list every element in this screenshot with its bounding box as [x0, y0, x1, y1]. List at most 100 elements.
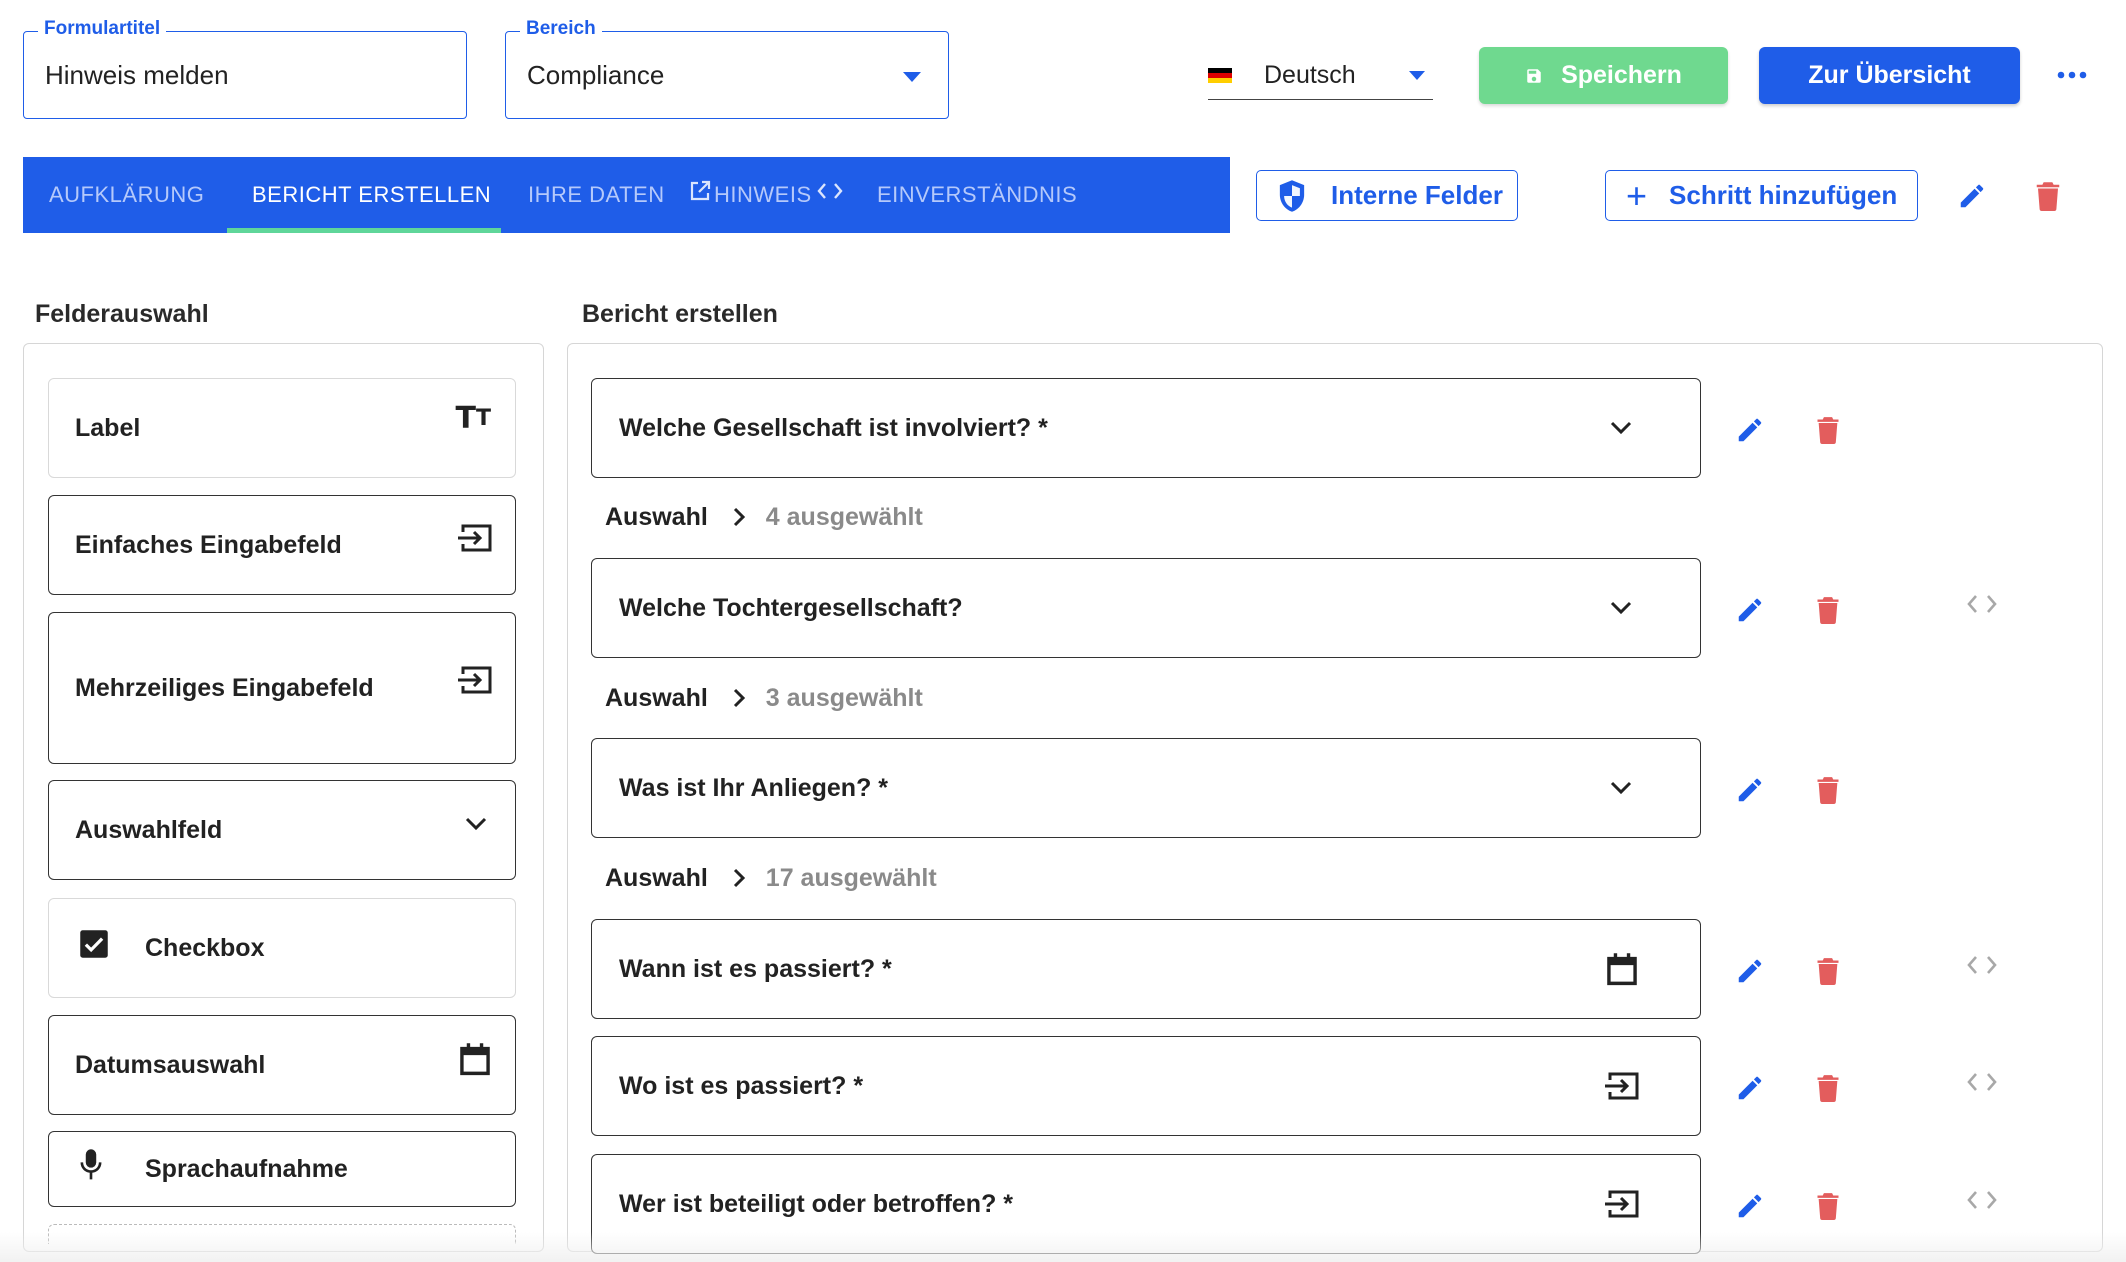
- add-step-button[interactable]: + Schritt hinzufügen: [1605, 170, 1918, 221]
- form-title-field[interactable]: Formulartitel Hinweis melden: [23, 18, 467, 119]
- question-field[interactable]: Welche Tochtergesellschaft?: [591, 558, 1701, 658]
- tab-label: EINVERSTÄNDNIS: [877, 182, 1078, 207]
- palette-item-voice-text: Sprachaufnahme: [145, 1154, 348, 1183]
- delete-field-trash-icon[interactable]: [1810, 1188, 1846, 1224]
- delete-field-trash-icon[interactable]: [1810, 592, 1846, 628]
- edit-field-pencil-icon[interactable]: [1732, 953, 1768, 989]
- edit-field-pencil-icon[interactable]: [1732, 772, 1768, 808]
- question-text: Wann ist es passiert? *: [619, 954, 892, 983]
- tab-hinweis[interactable]: HINWEIS: [688, 157, 844, 233]
- palette-item-input[interactable]: Einfaches Eingabefeld: [48, 495, 516, 595]
- delete-field-trash-icon[interactable]: [1810, 772, 1846, 808]
- tab-label: IHRE DATEN: [528, 182, 665, 207]
- question-text: Wo ist es passiert? *: [619, 1071, 864, 1100]
- microphone-icon: [79, 1148, 103, 1182]
- delete-field-trash-icon[interactable]: [1810, 1070, 1846, 1106]
- palette-item-label[interactable]: Label TT: [48, 378, 516, 478]
- delete-field-trash-icon[interactable]: [1810, 953, 1846, 989]
- palette-item-select-text: Auswahlfeld: [75, 815, 223, 844]
- chevron-down-icon: [1610, 739, 1632, 837]
- text-size-icon: TT: [455, 401, 491, 436]
- palette-item-multiline-text: Mehrzeiliges Eingabefeld: [75, 673, 374, 702]
- checkbox-checked-icon: [79, 929, 109, 959]
- report-title: Bericht erstellen: [582, 300, 778, 328]
- internal-fields-label: Interne Felder: [1331, 180, 1503, 210]
- language-label: Deutsch: [1264, 61, 1356, 89]
- question-text: Was ist Ihr Anliegen? *: [619, 773, 889, 802]
- selection-row[interactable]: Auswahl 17 ausgewählt: [605, 858, 937, 898]
- form-title-value: Hinweis melden: [45, 59, 229, 90]
- input-icon: [1604, 1037, 1640, 1135]
- selection-row[interactable]: Auswahl 4 ausgewählt: [605, 497, 923, 537]
- palette-item-input-text: Einfaches Eingabefeld: [75, 530, 342, 559]
- tab-ihre-daten[interactable]: IHRE DATEN: [528, 157, 665, 233]
- edit-step-pencil-icon[interactable]: [1954, 178, 1990, 214]
- selection-label: Auswahl: [605, 683, 708, 712]
- tab-einverstaendnis[interactable]: EINVERSTÄNDNIS: [877, 157, 1077, 233]
- code-icon[interactable]: [1962, 1182, 2002, 1218]
- tab-aufklaerung[interactable]: AUFKLÄRUNG: [49, 157, 204, 233]
- input-icon: [457, 665, 493, 695]
- bottom-fade: [0, 1232, 2126, 1262]
- palette-item-voice[interactable]: Sprachaufnahme: [48, 1131, 516, 1207]
- calendar-icon: [459, 1042, 491, 1076]
- palette-item-date[interactable]: Datumsauswahl: [48, 1015, 516, 1115]
- chevron-down-icon: [1610, 379, 1632, 477]
- palette-item-multiline[interactable]: Mehrzeiliges Eingabefeld: [48, 612, 516, 764]
- language-select[interactable]: Deutsch: [1208, 52, 1433, 100]
- question-field[interactable]: Wo ist es passiert? *: [591, 1036, 1701, 1136]
- question-text: Welche Gesellschaft ist involviert? *: [619, 413, 1048, 442]
- selection-label: Auswahl: [605, 502, 708, 531]
- chevron-right-icon: [733, 507, 745, 527]
- save-icon: [1527, 68, 1541, 83]
- code-icon[interactable]: [1962, 947, 2002, 983]
- tab-label: HINWEIS: [714, 182, 812, 207]
- area-dropdown-caret-icon: [903, 72, 921, 82]
- shield-icon: [1279, 179, 1305, 212]
- german-flag-icon: [1208, 67, 1232, 84]
- code-icon: [817, 183, 843, 199]
- save-label: Speichern: [1561, 61, 1682, 89]
- edit-field-pencil-icon[interactable]: [1732, 412, 1768, 448]
- overview-label: Zur Übersicht: [1808, 61, 1971, 89]
- steps-bar: AUFKLÄRUNG BERICHT ERSTELLEN IHRE DATEN …: [23, 157, 1230, 233]
- chevron-right-icon: [733, 868, 745, 888]
- code-icon[interactable]: [1962, 586, 2002, 622]
- chevron-down-icon: [465, 817, 487, 831]
- plus-icon: +: [1626, 174, 1648, 216]
- question-text: Wer ist beteiligt oder betroffen? *: [619, 1189, 1014, 1218]
- tab-label: BERICHT ERSTELLEN: [252, 182, 492, 207]
- edit-field-pencil-icon[interactable]: [1732, 592, 1768, 628]
- selection-count: 4 ausgewählt: [765, 502, 923, 531]
- internal-fields-button[interactable]: Interne Felder: [1256, 170, 1518, 221]
- open-in-new-icon: [690, 180, 711, 201]
- question-field[interactable]: Was ist Ihr Anliegen? *: [591, 738, 1701, 838]
- edit-field-pencil-icon[interactable]: [1732, 1070, 1768, 1106]
- active-tab-indicator: [227, 228, 501, 233]
- chevron-down-icon: [1610, 559, 1632, 657]
- area-value: Compliance: [527, 59, 665, 90]
- tab-bericht-erstellen[interactable]: BERICHT ERSTELLEN: [252, 157, 491, 233]
- palette-title: Felderauswahl: [35, 300, 209, 328]
- save-button[interactable]: Speichern: [1479, 47, 1728, 104]
- chevron-right-icon: [733, 688, 745, 708]
- question-field[interactable]: Wann ist es passiert? *: [591, 919, 1701, 1019]
- add-step-label: Schritt hinzufügen: [1669, 180, 1898, 210]
- palette-item-label-text: Label: [75, 413, 141, 442]
- tab-label: AUFKLÄRUNG: [49, 182, 205, 207]
- edit-field-pencil-icon[interactable]: [1732, 1188, 1768, 1224]
- area-select[interactable]: Bereich Compliance: [505, 18, 949, 119]
- delete-step-trash-icon[interactable]: [2030, 178, 2066, 214]
- selection-count: 17 ausgewählt: [765, 863, 937, 892]
- input-icon: [457, 523, 493, 553]
- language-dropdown-caret-icon: [1409, 71, 1425, 80]
- delete-field-trash-icon[interactable]: [1810, 412, 1846, 448]
- overview-button[interactable]: Zur Übersicht: [1759, 47, 2020, 104]
- question-field[interactable]: Welche Gesellschaft ist involviert? *: [591, 378, 1701, 478]
- code-icon[interactable]: [1962, 1064, 2002, 1100]
- palette-item-checkbox[interactable]: Checkbox: [48, 898, 516, 998]
- question-text: Welche Tochtergesellschaft?: [619, 593, 963, 622]
- palette-item-select[interactable]: Auswahlfeld: [48, 780, 516, 880]
- selection-row[interactable]: Auswahl 3 ausgewählt: [605, 678, 923, 718]
- more-horizontal-icon[interactable]: [2052, 60, 2092, 90]
